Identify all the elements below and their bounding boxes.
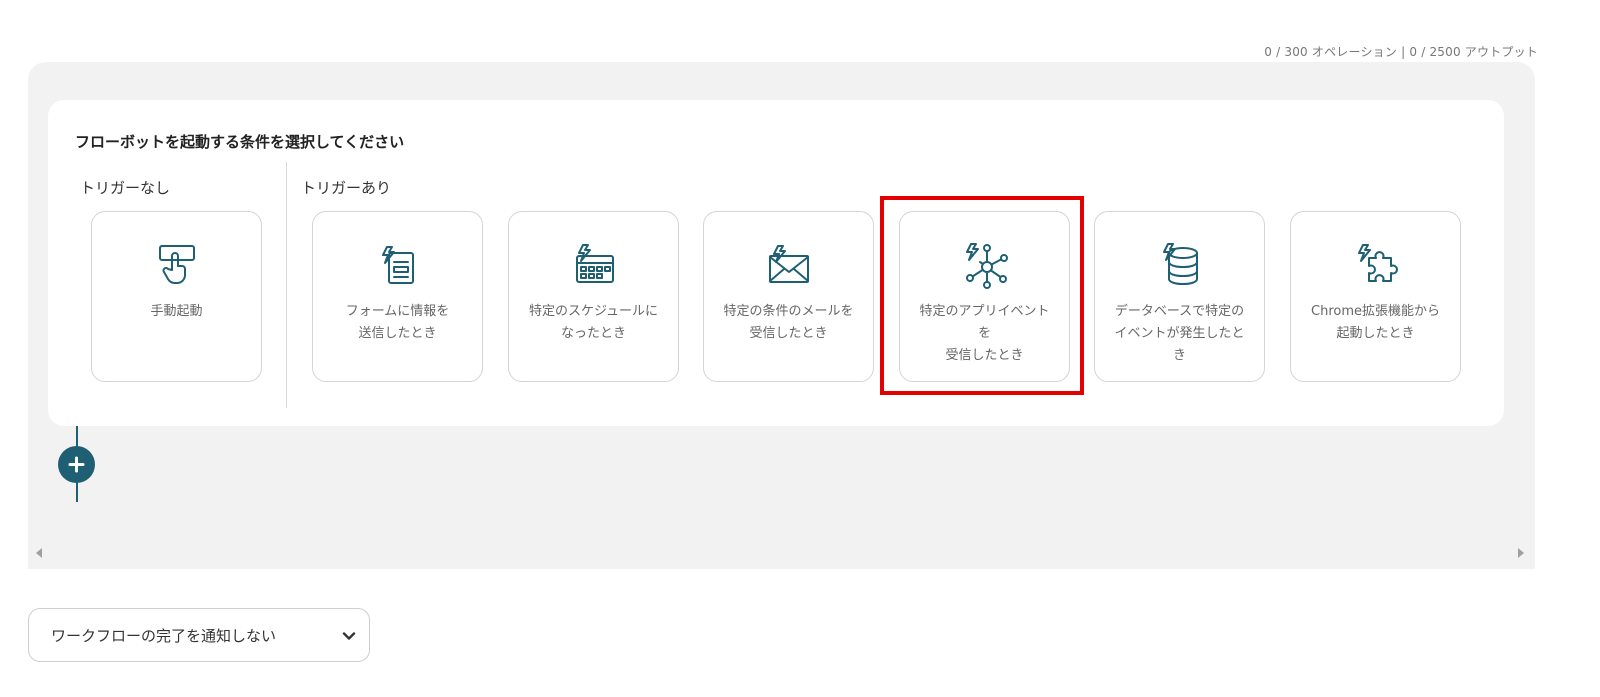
flow-canvas: フローボットを起動する条件を選択してください トリガーなし トリガーあり 手動起… — [28, 62, 1535, 569]
form-icon — [373, 240, 423, 290]
puzzle-icon — [1351, 240, 1401, 290]
card-app-event[interactable]: 特定のアプリイベント を 受信したとき — [899, 211, 1070, 382]
chevron-down-icon — [341, 628, 357, 644]
notification-select-value: ワークフローの完了を通知しない — [51, 627, 277, 645]
trigger-panel: フローボットを起動する条件を選択してください トリガーなし トリガーあり 手動起… — [48, 100, 1504, 426]
card-manual-start[interactable]: 手動起動 — [91, 211, 262, 382]
card-label: Chrome拡張機能から 起動したとき — [1311, 304, 1440, 341]
scroll-right-arrow[interactable] — [1518, 548, 1524, 558]
card-label: 特定のアプリイベント を 受信したとき — [919, 304, 1050, 363]
card-schedule[interactable]: 特定のスケジュールに なったとき — [508, 211, 679, 382]
calendar-icon — [569, 240, 619, 290]
network-icon — [960, 240, 1010, 290]
card-label: 特定のスケジュールに なったとき — [528, 304, 659, 341]
notification-select[interactable]: ワークフローの完了を通知しない — [28, 608, 370, 662]
card-label: 手動起動 — [150, 304, 203, 319]
card-form-submit[interactable]: フォームに情報を 送信したとき — [312, 211, 483, 382]
card-chrome-extension[interactable]: Chrome拡張機能から 起動したとき — [1290, 211, 1461, 382]
card-database-event[interactable]: データベースで特定の イベントが発生したと き — [1094, 211, 1265, 382]
card-mail-received[interactable]: 特定の条件のメールを 受信したとき — [703, 211, 874, 382]
add-step-button[interactable] — [58, 446, 95, 483]
card-label: フォームに情報を 送信したとき — [345, 304, 450, 341]
group-label-trigger: トリガーあり — [301, 179, 392, 197]
panel-title: フローボットを起動する条件を選択してください — [75, 133, 405, 151]
hand-press-icon — [152, 240, 202, 290]
mail-icon — [764, 240, 814, 290]
scroll-left-arrow[interactable] — [36, 548, 42, 558]
usage-counter: 0 / 300 オペレーション | 0 / 2500 アウトプット — [1264, 45, 1538, 59]
database-icon — [1155, 240, 1205, 290]
card-label: 特定の条件のメールを 受信したとき — [723, 304, 854, 341]
group-label-no-trigger: トリガーなし — [80, 179, 171, 197]
group-divider — [286, 162, 287, 408]
card-label: データベースで特定の イベントが発生したと き — [1114, 304, 1245, 363]
plus-icon — [68, 456, 85, 473]
